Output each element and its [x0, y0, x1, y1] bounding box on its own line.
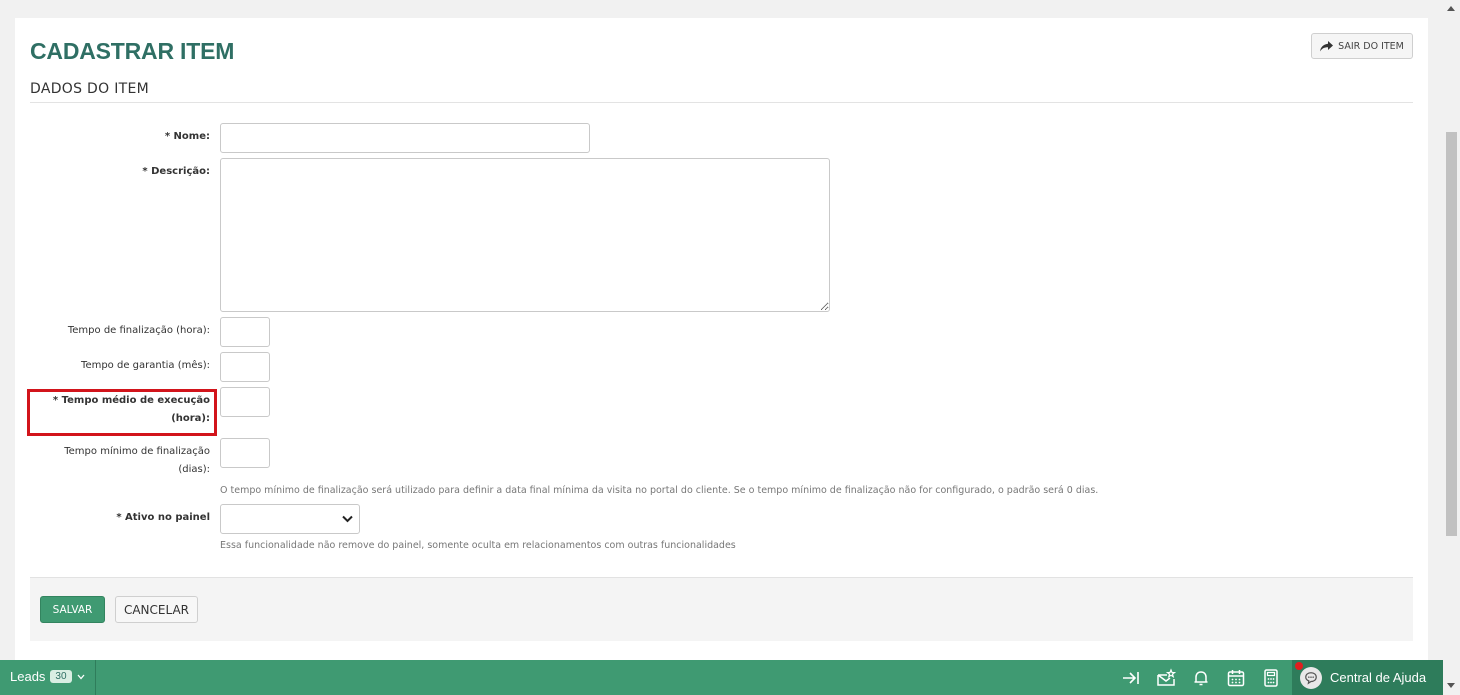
nome-input[interactable]	[220, 123, 590, 153]
help-center-label: Central de Ajuda	[1330, 670, 1427, 685]
tempo-minimo-label: Tempo mínimo de finalização (dias):	[64, 443, 210, 479]
tempo-medio-label-line1: * Tempo médio de execução	[52, 395, 210, 406]
tempo-finalizacao-input[interactable]	[220, 317, 270, 347]
calculator-icon[interactable]	[1261, 668, 1281, 688]
tempo-minimo-help: O tempo mínimo de finalização será utili…	[220, 485, 1099, 496]
main-panel: CADASTRAR ITEM SAIR DO ITEM DADOS DO ITE…	[15, 18, 1428, 660]
help-center-button[interactable]: Central de Ajuda	[1292, 660, 1443, 695]
section-divider	[30, 102, 1413, 103]
nome-label: * Nome:	[164, 131, 210, 142]
tempo-garantia-input[interactable]	[220, 352, 270, 382]
scroll-up-arrow[interactable]	[1447, 6, 1455, 11]
ativo-label: * Ativo no painel	[116, 512, 210, 523]
tempo-minimo-input[interactable]	[220, 438, 270, 468]
cancel-button[interactable]: CANCELAR	[115, 596, 198, 623]
descricao-label: * Descrição:	[142, 166, 210, 177]
section-title: DADOS DO ITEM	[30, 81, 150, 97]
scroll-down-arrow[interactable]	[1447, 683, 1455, 688]
leads-count-badge: 30	[50, 670, 72, 683]
ativo-select[interactable]	[220, 504, 360, 534]
collapse-arrow-icon[interactable]	[1121, 668, 1141, 688]
bell-icon[interactable]	[1191, 668, 1211, 688]
tempo-medio-input[interactable]	[220, 387, 270, 417]
calendar-icon[interactable]	[1226, 668, 1246, 688]
descricao-textarea[interactable]	[220, 158, 830, 312]
bottom-bar: Leads 30 Central de Ajuda	[0, 660, 1443, 695]
notification-dot	[1295, 661, 1303, 670]
chevron-down-icon	[342, 515, 353, 523]
save-button[interactable]: SALVAR	[40, 596, 105, 623]
leads-label: Leads	[10, 669, 46, 684]
mail-star-icon[interactable]	[1156, 668, 1177, 688]
tempo-minimo-label-line1: Tempo mínimo de finalização	[64, 446, 210, 457]
ativo-help: Essa funcionalidade não remove do painel…	[220, 540, 736, 551]
tempo-garantia-label: Tempo de garantia (mês):	[81, 360, 210, 371]
chevron-down-icon	[77, 674, 85, 679]
tempo-medio-label: * Tempo médio de execução (hora):	[53, 392, 210, 428]
exit-item-label: SAIR DO ITEM	[1338, 40, 1404, 52]
tempo-minimo-label-line2: (dias):	[178, 464, 210, 475]
share-arrow-icon	[1320, 40, 1334, 51]
tempo-finalizacao-label: Tempo de finalização (hora):	[67, 325, 210, 336]
bar-divider	[95, 660, 96, 695]
scrollbar-thumb[interactable]	[1446, 132, 1457, 536]
page-title: CADASTRAR ITEM	[30, 38, 235, 64]
exit-item-button[interactable]: SAIR DO ITEM	[1311, 33, 1413, 59]
tempo-medio-label-line2: (hora):	[171, 413, 210, 424]
leads-dropdown[interactable]: Leads 30	[10, 669, 85, 684]
chat-bubble-icon	[1295, 661, 1322, 689]
form-actions: SALVAR CANCELAR	[30, 577, 1413, 641]
